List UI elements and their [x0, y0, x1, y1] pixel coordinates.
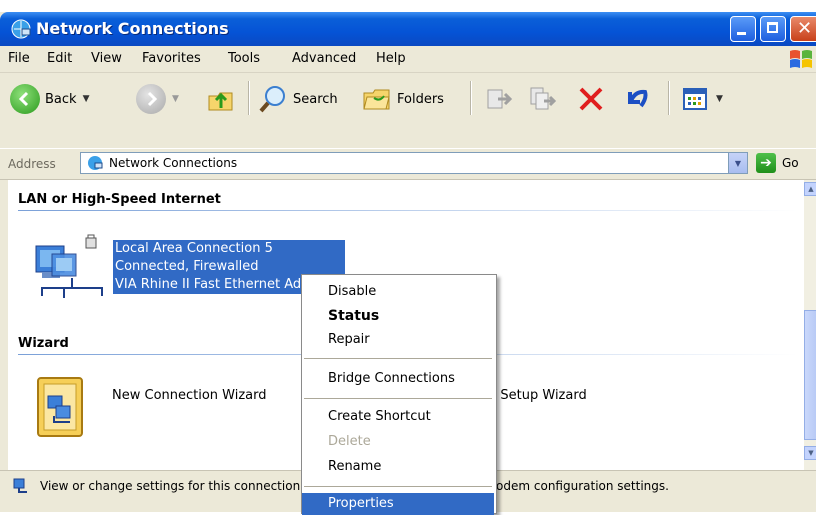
- back-arrow-icon: [10, 84, 40, 114]
- delete-x-icon: [579, 87, 603, 111]
- forward-arrow-icon: [136, 84, 166, 114]
- views-button[interactable]: ▼: [680, 79, 723, 119]
- menu-advanced[interactable]: Advanced: [292, 51, 356, 66]
- toolbar-separator: [668, 81, 670, 115]
- network-status-icon: [13, 478, 27, 493]
- title-bar[interactable]: Network Connections ✕: [0, 12, 816, 46]
- delete-button[interactable]: [576, 79, 606, 119]
- address-bar: Address Network Connections ▼ ➔ Go: [0, 148, 816, 180]
- move-to-button[interactable]: [484, 79, 514, 119]
- search-button[interactable]: Search: [258, 79, 338, 119]
- menu-bar: File Edit View Favorites Tools Advanced …: [0, 46, 816, 73]
- windows-logo-icon: [790, 50, 812, 68]
- undo-button[interactable]: [622, 79, 652, 119]
- new-connection-wizard-label: New Connection Wizard: [112, 388, 267, 403]
- search-icon: [259, 86, 285, 113]
- folders-icon: [363, 89, 390, 110]
- scroll-down-icon[interactable]: ▼: [804, 446, 816, 460]
- views-dropdown-icon[interactable]: ▼: [716, 94, 723, 104]
- menu-edit[interactable]: Edit: [47, 51, 72, 66]
- group-divider: [18, 210, 798, 211]
- address-dropdown-icon[interactable]: ▼: [728, 153, 747, 173]
- forward-button[interactable]: ▼: [136, 79, 179, 119]
- go-button[interactable]: ➔ Go: [756, 153, 799, 173]
- undo-icon: [628, 89, 648, 108]
- copy-to-button[interactable]: [528, 79, 558, 119]
- address-label: Address: [8, 157, 56, 171]
- menu-separator: [304, 398, 492, 399]
- folders-button[interactable]: Folders: [362, 79, 444, 119]
- back-button[interactable]: Back ▼: [10, 79, 89, 119]
- menu-file[interactable]: File: [8, 51, 30, 66]
- views-icon: [683, 88, 707, 110]
- wizard-icon: [37, 377, 83, 437]
- go-arrow-icon: ➔: [756, 153, 776, 173]
- vertical-scrollbar[interactable]: ▲ ▼: [804, 180, 816, 470]
- folders-label: Folders: [397, 91, 444, 107]
- minimize-button[interactable]: [730, 16, 756, 42]
- group-header-wizard: Wizard: [18, 336, 69, 351]
- window-title: Network Connections: [36, 19, 229, 38]
- forward-dropdown-icon[interactable]: ▼: [172, 94, 179, 104]
- search-label: Search: [293, 91, 338, 107]
- menu-repair[interactable]: Repair: [302, 329, 494, 351]
- context-menu: Disable Status Repair Bridge Connections…: [301, 274, 497, 515]
- menu-view[interactable]: View: [91, 51, 122, 66]
- address-field[interactable]: Network Connections ▼: [80, 152, 748, 174]
- back-label: Back: [45, 91, 77, 107]
- maximize-button[interactable]: [760, 16, 786, 42]
- close-icon: ✕: [797, 18, 813, 39]
- menu-disable[interactable]: Disable: [302, 281, 494, 303]
- lan-connection-icon: [35, 234, 103, 298]
- desktop-strip: [0, 0, 816, 12]
- address-value: Network Connections: [109, 156, 238, 170]
- menu-tools[interactable]: Tools: [228, 51, 260, 66]
- up-folder-icon: [208, 92, 233, 111]
- menu-separator: [304, 358, 492, 359]
- network-connections-icon: [11, 19, 31, 39]
- toolbar-separator: [470, 81, 472, 115]
- menu-status[interactable]: Status: [302, 305, 494, 327]
- group-header-lan: LAN or High-Speed Internet: [18, 192, 221, 207]
- menu-delete: Delete: [328, 434, 371, 449]
- explorer-window: Network Connections ✕ File Edit View Fav…: [0, 0, 816, 515]
- scroll-up-icon[interactable]: ▲: [804, 182, 816, 196]
- menu-rename[interactable]: Rename: [302, 456, 494, 478]
- scroll-thumb[interactable]: [804, 310, 816, 440]
- toolbar-separator: [248, 81, 250, 115]
- network-connections-icon: [88, 156, 103, 170]
- menu-favorites[interactable]: Favorites: [142, 51, 201, 66]
- connection-name: Local Area Connection 5: [115, 241, 273, 256]
- menu-create-shortcut[interactable]: Create Shortcut: [302, 406, 494, 428]
- copy-to-icon: [530, 87, 557, 110]
- menu-help[interactable]: Help: [376, 51, 406, 66]
- up-folder-button[interactable]: [206, 79, 236, 119]
- go-label: Go: [782, 156, 799, 170]
- move-to-icon: [487, 89, 513, 109]
- close-button[interactable]: ✕: [790, 16, 816, 42]
- back-dropdown-icon[interactable]: ▼: [83, 94, 90, 104]
- menu-bridge-connections[interactable]: Bridge Connections: [302, 368, 494, 390]
- menu-separator: [304, 486, 492, 487]
- standard-toolbar: Back ▼ ▼ Search Folders ▼: [0, 73, 816, 150]
